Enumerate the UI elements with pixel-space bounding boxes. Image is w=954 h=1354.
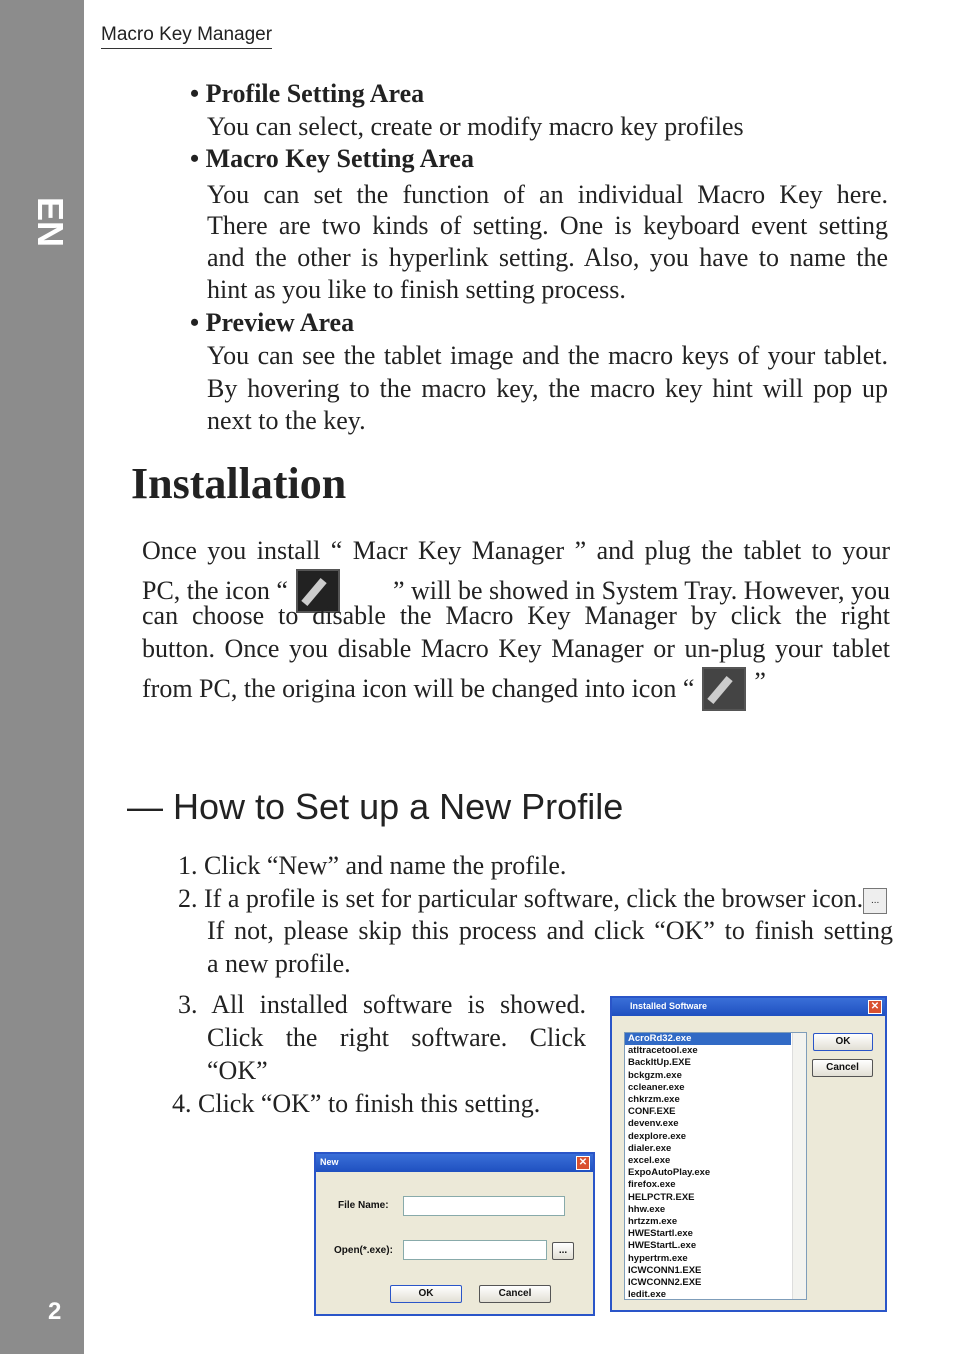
- scrollbar[interactable]: [792, 1033, 806, 1299]
- ok-button[interactable]: OK: [813, 1033, 873, 1051]
- software-item[interactable]: ledit.exe: [625, 1289, 806, 1299]
- file-name-label: File Name:: [338, 1200, 389, 1211]
- installation-heading: Installation: [131, 459, 347, 508]
- software-item[interactable]: HELPCTR.EXE: [625, 1192, 806, 1204]
- software-item[interactable]: AcroRd32.exe: [625, 1033, 791, 1046]
- area-text: You can set the function of an individua…: [207, 180, 888, 209]
- running-header: Macro Key Manager: [101, 24, 273, 49]
- software-item[interactable]: firefox.exe: [625, 1179, 806, 1191]
- install-text: button. Once you disable Macro Key Manag…: [142, 634, 890, 663]
- howto-heading: — How to Set up a New Profile: [127, 786, 624, 827]
- cancel-button[interactable]: Cancel: [479, 1285, 551, 1303]
- dialog-title-bar: New ✕: [316, 1154, 593, 1172]
- install-text: from PC, the origina icon will be change…: [142, 674, 695, 703]
- step-text: 1. Click “New” and name the profile.: [178, 851, 567, 880]
- software-item[interactable]: HWEStartL.exe: [625, 1240, 806, 1252]
- file-name-input[interactable]: [403, 1196, 565, 1216]
- software-item[interactable]: ExpoAutoPlay.exe: [625, 1167, 806, 1179]
- area-text: There are two kinds of setting. One is k…: [207, 211, 888, 240]
- area-title: • Profile Setting Area: [190, 79, 425, 108]
- close-button[interactable]: ✕: [868, 1000, 882, 1014]
- install-line: from PC, the origina icon will be change…: [142, 667, 766, 711]
- software-item[interactable]: ICWCONN1.EXE: [625, 1265, 806, 1277]
- step-text: “OK”: [207, 1056, 268, 1085]
- area-title: • Preview Area: [190, 308, 355, 337]
- step-text: Click the right software. Click: [207, 1023, 586, 1052]
- software-item[interactable]: CONF.EXE: [625, 1106, 806, 1118]
- area-title: • Macro Key Setting Area: [190, 144, 474, 173]
- cancel-button[interactable]: Cancel: [812, 1059, 873, 1077]
- close-button[interactable]: ✕: [576, 1156, 590, 1170]
- open-exe-input[interactable]: [403, 1240, 547, 1260]
- new-dialog: New ✕ File Name: Open(*.exe): ... OK Canc…: [314, 1152, 595, 1316]
- step-text: If not, please skip this process and cli…: [207, 916, 893, 945]
- browse-icon: ...: [863, 888, 888, 915]
- software-item[interactable]: BackItUp.EXE: [625, 1057, 806, 1069]
- side-bar: EN 2: [0, 0, 84, 1354]
- language-tab: EN: [30, 196, 71, 247]
- software-item[interactable]: ICWCONN2.EXE: [625, 1277, 806, 1289]
- software-item[interactable]: hhw.exe: [625, 1204, 806, 1216]
- software-item[interactable]: ccleaner.exe: [625, 1082, 806, 1094]
- area-text: You can see the tablet image and the mac…: [207, 341, 888, 370]
- software-item[interactable]: excel.exe: [625, 1155, 806, 1167]
- software-item[interactable]: dialer.exe: [625, 1143, 806, 1155]
- area-text: and the other is hyperlink setting. Also…: [207, 243, 888, 272]
- dialog-title-bar: Installed Software ✕: [612, 998, 885, 1016]
- step-text: 2. If a profile is set for particular so…: [178, 884, 888, 915]
- software-list[interactable]: AcroRd32.exe atltracetool.exe BackItUp.EXE…: [624, 1032, 807, 1300]
- software-item[interactable]: chkrzm.exe: [625, 1094, 806, 1106]
- software-item[interactable]: hrtzzm.exe: [625, 1216, 806, 1228]
- step-text: 3. All installed software is showed.: [178, 990, 586, 1019]
- area-text: You can select, create or modify macro k…: [207, 112, 744, 141]
- software-item[interactable]: hypertrm.exe: [625, 1253, 806, 1265]
- browse-button[interactable]: ...: [552, 1242, 574, 1260]
- install-text: Once you install “ Macr Key Manager ” an…: [142, 536, 890, 565]
- dialog-title: New: [320, 1157, 339, 1167]
- install-text: ”: [754, 667, 766, 696]
- installed-software-dialog: Installed Software ✕ AcroRd32.exe atltrace…: [610, 996, 887, 1312]
- software-item[interactable]: dexplore.exe: [625, 1131, 806, 1143]
- area-text: By hovering to the macro key, the macro …: [207, 374, 888, 403]
- area-text: next to the key.: [207, 406, 366, 435]
- step-text-inner: 2. If a profile is set for particular so…: [178, 884, 864, 913]
- area-text: hint as you like to finish setting proce…: [207, 275, 626, 304]
- software-item[interactable]: devenv.exe: [625, 1118, 806, 1130]
- software-item[interactable]: HWEStartl.exe: [625, 1228, 806, 1240]
- page-number: 2: [48, 1298, 62, 1325]
- step-text: a new profile.: [207, 949, 351, 978]
- open-label: Open(*.exe):: [334, 1245, 393, 1256]
- install-text: can choose to disable the Macro Key Mana…: [142, 601, 890, 630]
- tray-icon-disabled: [702, 667, 747, 711]
- ok-button[interactable]: OK: [390, 1285, 462, 1303]
- step-text: 4. Click “OK” to finish this setting.: [172, 1089, 541, 1118]
- software-item[interactable]: atltracetool.exe: [625, 1045, 806, 1057]
- software-item[interactable]: bckgzm.exe: [625, 1070, 806, 1082]
- dialog-title: Installed Software: [630, 1001, 708, 1011]
